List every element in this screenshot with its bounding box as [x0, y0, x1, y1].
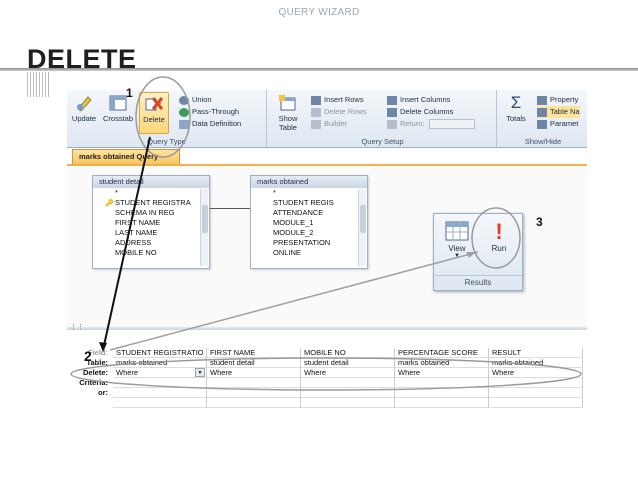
annotation-overlay [70, 76, 582, 391]
step-number-1: 1 [126, 86, 133, 100]
highlight-ellipse-delete-row [70, 357, 582, 391]
step-number-2: 2 [84, 348, 92, 364]
arrow-line-step3 [109, 251, 479, 351]
arrow-head-step3 [466, 252, 476, 258]
arrow-line-step1 [102, 136, 151, 351]
highlight-circle-run [471, 207, 521, 269]
arrow-head-step1 [99, 342, 107, 352]
step-number-3: 3 [536, 215, 543, 229]
highlight-circle-delete [135, 76, 191, 158]
